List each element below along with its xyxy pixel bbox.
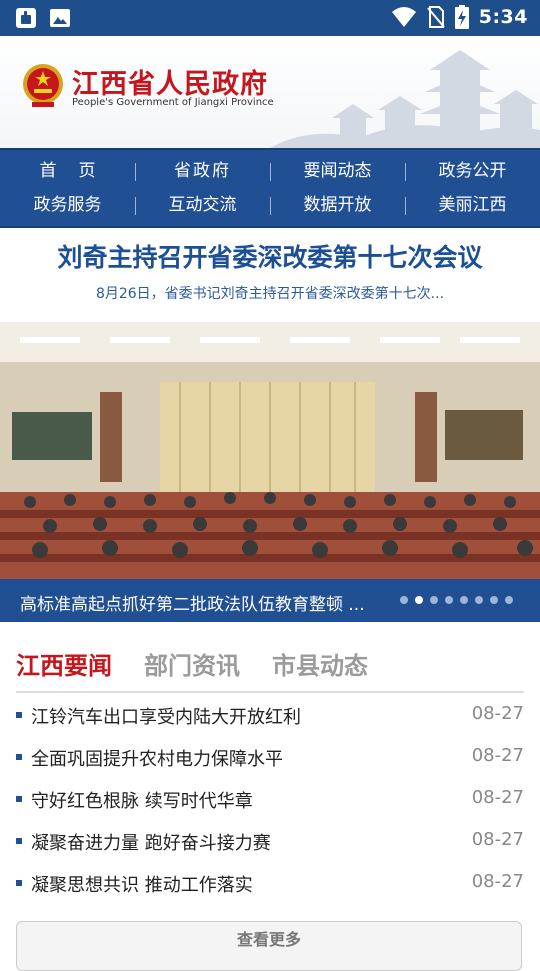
nav-row-2: 政务服务 互动交流 数据开放 美丽江西 [0, 188, 540, 222]
carousel-dot[interactable] [400, 596, 408, 604]
nav-row-1: 首页 省政府 要闻动态 政务公开 [0, 154, 540, 188]
bullet-icon [16, 712, 22, 718]
wifi-icon [391, 7, 416, 27]
news-item[interactable]: 凝聚奋进力量 跑好奋斗接力赛 08-27 [16, 820, 524, 862]
news-list: 江铃汽车出口享受内陆大开放红利 08-27 全面巩固提升农村电力保障水平 08-… [16, 694, 524, 904]
news-item[interactable]: 全面巩固提升农村电力保障水平 08-27 [16, 736, 524, 778]
news-title[interactable]: 守好红色根脉 续写时代华章 [31, 787, 253, 813]
status-right: 5:34 [391, 5, 528, 29]
bullet-icon [16, 796, 22, 802]
status-time: 5:34 [478, 6, 528, 28]
status-bar: 5:34 [0, 0, 540, 36]
tengwang-pavilion-illustration [270, 50, 540, 148]
bullet-icon [16, 880, 22, 886]
headline-summary[interactable]: 8月26日，省委书记刘奇主持召开省委深改委第十七次... [0, 283, 540, 303]
news-title[interactable]: 全面巩固提升农村电力保障水平 [31, 745, 283, 771]
status-left [14, 6, 72, 30]
news-item[interactable]: 凝聚思想共识 推动工作落实 08-27 [16, 862, 524, 904]
nav-item-open-data[interactable]: 数据开放 [270, 188, 405, 222]
carousel-dot[interactable] [460, 596, 468, 604]
news-date: 08-27 [471, 871, 524, 892]
carousel-dot[interactable] [415, 596, 423, 604]
main-nav: 首页 省政府 要闻动态 政务公开 政务服务 互动交流 数据开放 美丽江西 [0, 148, 540, 228]
nav-item-interaction[interactable]: 互动交流 [135, 188, 270, 222]
bullet-icon [16, 754, 22, 760]
nav-item-news[interactable]: 要闻动态 [270, 154, 405, 188]
national-emblem-logo[interactable] [22, 62, 64, 108]
news-date: 08-27 [471, 703, 524, 724]
news-title[interactable]: 凝聚思想共识 推动工作落实 [31, 871, 253, 897]
nav-item-home[interactable]: 首页 [0, 154, 135, 188]
carousel-photo[interactable] [0, 322, 540, 579]
app-notification-icon [16, 8, 36, 28]
headline-title[interactable]: 刘奇主持召开省委深改委第十七次会议 [0, 238, 540, 274]
tab-department-news[interactable]: 部门资讯 [144, 646, 240, 681]
nav-item-gov-services[interactable]: 政务服务 [0, 188, 135, 222]
carousel-dot[interactable] [505, 596, 513, 604]
nav-item-beautiful-jiangxi[interactable]: 美丽江西 [405, 188, 540, 222]
news-tabs: 江西要闻 部门资讯 市县动态 [16, 646, 368, 681]
news-item[interactable]: 江铃汽车出口享受内陆大开放红利 08-27 [16, 694, 524, 736]
site-title: 江西省人民政府 [72, 69, 268, 100]
tab-city-county-news[interactable]: 市县动态 [272, 646, 368, 681]
carousel-caption-bar: 高标准高起点抓好第二批政法队伍教育整顿 ... [0, 579, 540, 622]
news-carousel[interactable]: 高标准高起点抓好第二批政法队伍教育整顿 ... [0, 322, 540, 622]
carousel-dot[interactable] [430, 596, 438, 604]
news-title[interactable]: 江铃汽车出口享受内陆大开放红利 [31, 703, 301, 729]
no-sim-icon [426, 6, 445, 28]
news-title[interactable]: 凝聚奋进力量 跑好奋斗接力赛 [31, 829, 271, 855]
site-subtitle: People's Government of Jiangxi Province [72, 97, 274, 108]
view-more-button[interactable]: 查看更多 [16, 921, 522, 971]
tab-jiangxi-news[interactable]: 江西要闻 [16, 646, 112, 681]
news-date: 08-27 [471, 787, 524, 808]
news-item[interactable]: 守好红色根脉 续写时代华章 08-27 [16, 778, 524, 820]
carousel-dot[interactable] [490, 596, 498, 604]
carousel-dot[interactable] [445, 596, 453, 604]
news-date: 08-27 [471, 829, 524, 850]
bullet-icon [16, 838, 22, 844]
site-header: 江西省人民政府 People's Government of Jiangxi P… [0, 36, 540, 148]
carousel-caption[interactable]: 高标准高起点抓好第二批政法队伍教育整顿 ... [20, 590, 365, 615]
image-icon [50, 9, 70, 27]
nav-item-provincial-gov[interactable]: 省政府 [135, 154, 270, 188]
nav-item-gov-affairs[interactable]: 政务公开 [405, 154, 540, 188]
carousel-indicator [400, 596, 513, 604]
carousel-dot[interactable] [475, 596, 483, 604]
battery-charging-icon [454, 5, 469, 29]
tabs-divider [16, 691, 524, 693]
news-date: 08-27 [471, 745, 524, 766]
